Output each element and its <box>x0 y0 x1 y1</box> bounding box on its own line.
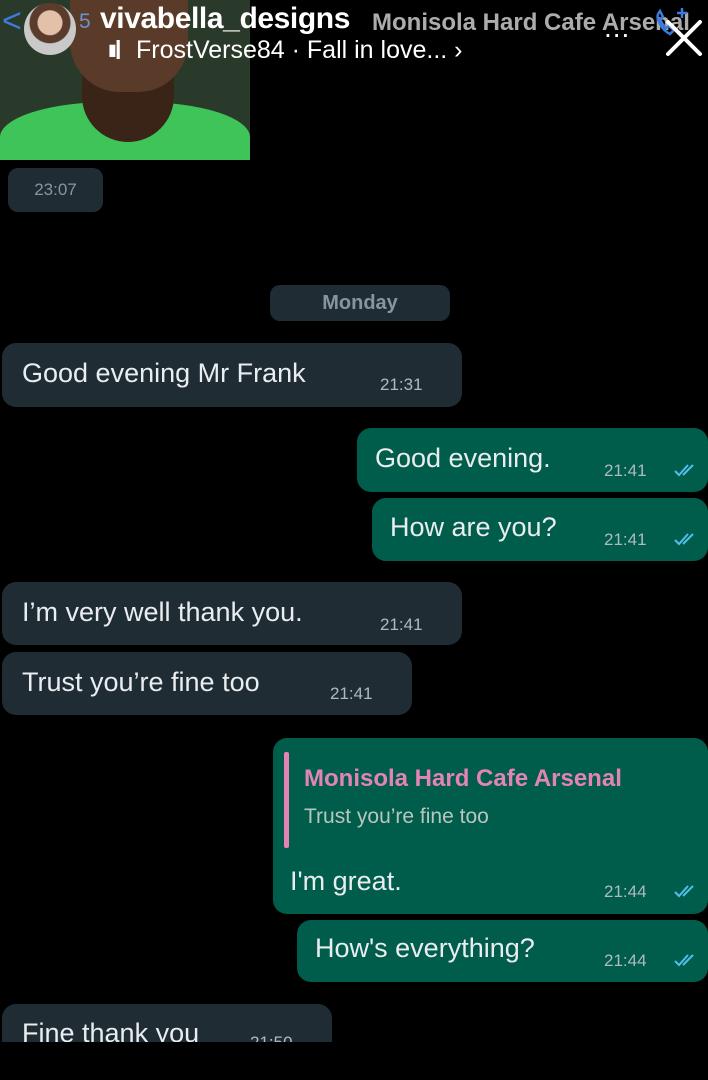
double-check-icon <box>674 533 694 546</box>
message-text: I'm great. <box>290 866 402 896</box>
video-timestamp: 23:07 <box>8 168 103 212</box>
chat-title: Monisola Hard Cafe Arsenal <box>372 9 690 36</box>
message-time: 21:41 <box>380 615 423 634</box>
quote-author: Monisola Hard Cafe Arsenal <box>304 765 622 792</box>
story-bottom-bar <box>0 1042 708 1080</box>
message-text: Trust you’re fine too <box>22 667 260 697</box>
story-header: < 5 Monisola Hard Cafe Arsenal vivabella… <box>0 0 708 64</box>
more-options-button[interactable]: ... <box>604 12 630 44</box>
message-time: 21:41 <box>604 461 647 480</box>
message-text: How are you? <box>390 512 557 542</box>
message-time: 21:41 <box>604 530 647 549</box>
message-time: 21:41 <box>330 684 373 703</box>
message-text: Good evening Mr Frank <box>22 358 306 388</box>
avatar[interactable] <box>24 3 76 55</box>
close-icon[interactable] <box>664 18 704 58</box>
quote-accent-bar <box>284 752 289 848</box>
music-icon: ▮▎ <box>108 42 130 59</box>
message-text: Good evening. <box>375 443 551 473</box>
message-time: 21:31 <box>380 375 423 394</box>
message-time: 21:44 <box>604 951 647 970</box>
quote-text: Trust you’re fine too <box>304 805 489 828</box>
message-text: How's everything? <box>315 933 535 963</box>
back-chevron-icon[interactable]: < <box>2 4 22 38</box>
double-check-icon <box>674 464 694 477</box>
message-text: I’m very well thank you. <box>22 597 303 627</box>
date-separator: Monday <box>270 285 450 321</box>
message-time: 21:44 <box>604 882 647 901</box>
story-username[interactable]: vivabella_designs <box>100 2 350 36</box>
double-check-icon <box>674 885 694 898</box>
double-check-icon <box>674 954 694 967</box>
music-label[interactable]: FrostVerse84 · Fall in love... › <box>136 36 463 65</box>
unread-count: 5 <box>79 10 91 33</box>
